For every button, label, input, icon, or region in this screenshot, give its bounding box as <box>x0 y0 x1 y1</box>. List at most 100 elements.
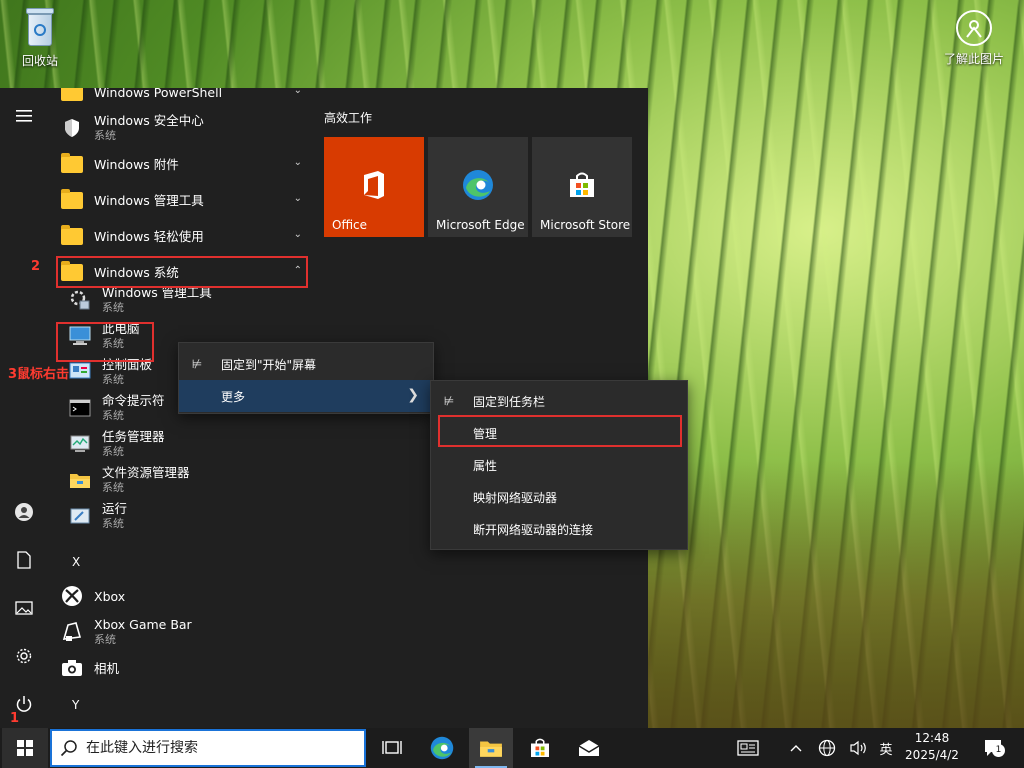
shield-icon <box>60 116 84 140</box>
hamburger-menu-icon[interactable] <box>8 100 40 132</box>
documents-icon[interactable] <box>8 544 40 576</box>
app-name: 相机 <box>94 660 120 676</box>
notification-center-button[interactable]: 1 <box>978 728 1010 768</box>
folder-icon <box>61 88 83 101</box>
file-explorer-icon <box>480 741 502 757</box>
menu-item-pin-to-start[interactable]: ⊭ 固定到"开始"屏幕 <box>179 348 433 380</box>
app-name: Windows 轻松使用 <box>94 228 204 244</box>
menu-item-pin-to-taskbar[interactable]: ⊭ 固定到任务栏 <box>431 385 687 417</box>
task-view-icon <box>382 741 402 754</box>
tile-office[interactable]: Office <box>324 137 424 237</box>
file-explorer-icon <box>68 468 92 492</box>
clock[interactable]: 12:48 2025/4/2 <box>900 730 964 764</box>
taskbar-edge-button[interactable] <box>420 728 464 768</box>
app-name: 任务管理器 <box>102 429 165 444</box>
app-file-explorer[interactable]: 文件资源管理器 系统 <box>68 462 308 498</box>
chevron-down-icon: ⌄ <box>293 88 302 96</box>
taskbar-search-box[interactable] <box>50 729 366 767</box>
menu-item-disconnect-network-drive[interactable]: 断开网络驱动器的连接 <box>431 513 687 545</box>
show-hidden-icons-button[interactable] <box>786 728 806 768</box>
start-rail <box>0 88 48 728</box>
menu-item-label: 断开网络驱动器的连接 <box>473 522 594 537</box>
annotation-step-2: 2 <box>31 259 41 274</box>
app-folder-ease-of-access[interactable]: Windows 轻松使用 ⌄ <box>60 218 308 254</box>
learn-about-picture-label: 了解此图片 <box>943 52 1004 66</box>
annotation-box-manage <box>438 415 682 447</box>
chevron-up-icon <box>790 745 802 752</box>
control-panel-icon <box>68 360 92 384</box>
clock-date: 2025/4/2 <box>905 748 959 762</box>
app-windows-security[interactable]: Windows 安全中心 系统 <box>60 110 308 146</box>
app-camera[interactable]: 相机 <box>60 650 308 686</box>
menu-item-label: 更多 <box>221 389 246 404</box>
user-account-icon[interactable] <box>8 496 40 528</box>
folder-icon <box>61 188 83 209</box>
news-widget-button[interactable] <box>732 728 764 768</box>
app-subtitle: 系统 <box>102 301 124 314</box>
app-task-manager[interactable]: 任务管理器 系统 <box>68 426 308 462</box>
menu-item-map-network-drive[interactable]: 映射网络驱动器 <box>431 481 687 513</box>
app-name: Xbox <box>94 588 126 604</box>
task-manager-icon <box>68 432 92 456</box>
tile-label: Microsoft Store <box>540 218 631 232</box>
notification-badge: 1 <box>992 744 1005 757</box>
app-run[interactable]: 运行 系统 <box>68 498 308 534</box>
app-folder-admin-tools[interactable]: Windows 管理工具 ⌄ <box>60 182 308 218</box>
app-subtitle: 系统 <box>102 481 124 494</box>
tile-microsoft-store[interactable]: Microsoft Store <box>532 137 632 237</box>
task-view-button[interactable] <box>370 728 414 768</box>
menu-item-more[interactable]: 更多 ❯ <box>179 380 433 412</box>
menu-item-label: 固定到"开始"屏幕 <box>221 357 317 372</box>
tiles-group-title: 高效工作 <box>324 111 373 125</box>
app-folder-accessories[interactable]: Windows 附件 ⌄ <box>60 146 308 182</box>
annotation-box-this-pc <box>56 322 154 362</box>
app-name: 文件资源管理器 <box>102 465 190 480</box>
app-name: Windows 安全中心 <box>94 113 204 128</box>
app-subtitle: 系统 <box>94 633 116 646</box>
app-name: Xbox Game Bar <box>94 617 192 632</box>
search-icon <box>52 739 86 757</box>
app-xbox-game-bar[interactable]: Xbox Game Bar 系统 <box>60 614 308 650</box>
recycle-bin-label: 回收站 <box>21 54 58 68</box>
annotation-box-windows-system <box>56 256 308 288</box>
app-subtitle: 系统 <box>94 129 116 142</box>
globe-icon <box>818 739 836 757</box>
app-folder-powershell[interactable]: Windows PowerShell ⌄ <box>60 88 308 110</box>
annotation-step-1: 1 <box>10 711 20 726</box>
taskbar-file-explorer-button[interactable] <box>469 728 513 768</box>
mail-icon <box>578 740 600 756</box>
clock-time: 12:48 <box>914 731 950 745</box>
volume-button[interactable] <box>848 728 870 768</box>
taskbar-mail-button[interactable] <box>567 728 611 768</box>
camera-icon <box>60 656 84 680</box>
settings-gear-icon[interactable] <box>8 640 40 672</box>
pictures-icon[interactable] <box>8 592 40 624</box>
menu-item-label: 固定到任务栏 <box>473 394 546 409</box>
learn-about-picture-desktop-icon[interactable]: 了解此图片 <box>936 10 1012 67</box>
app-name: Windows 附件 <box>94 156 179 172</box>
context-menu-more-submenu: ⊭ 固定到任务栏 管理 属性 映射网络驱动器 断开网络驱动器的连接 <box>430 380 688 550</box>
menu-item-label: 属性 <box>473 458 498 473</box>
xbox-icon <box>60 584 84 608</box>
folder-icon <box>61 152 83 173</box>
start-button[interactable] <box>2 728 48 768</box>
edge-icon <box>462 169 494 201</box>
recycle-bin-desktop-icon[interactable]: 回收站 <box>2 8 78 69</box>
run-icon <box>68 504 92 528</box>
taskbar-store-button[interactable] <box>518 728 562 768</box>
context-menu-primary: ⊭ 固定到"开始"屏幕 更多 ❯ <box>178 342 434 414</box>
annotation-step-3: 3鼠标右击 <box>8 367 70 382</box>
network-button[interactable] <box>816 728 838 768</box>
search-input[interactable] <box>86 740 346 756</box>
app-xbox[interactable]: Xbox <box>60 578 308 614</box>
menu-item-label: 映射网络驱动器 <box>473 490 558 505</box>
menu-item-properties[interactable]: 属性 <box>431 449 687 481</box>
tile-microsoft-edge[interactable]: Microsoft Edge <box>428 137 528 237</box>
chevron-right-icon: ❯ <box>407 387 419 403</box>
app-subtitle: 系统 <box>102 445 124 458</box>
pin-icon: ⊭ <box>191 357 203 371</box>
letter-header-y[interactable]: Y <box>72 698 79 712</box>
letter-header-x[interactable]: X <box>72 555 80 569</box>
input-method-indicator[interactable]: 英 <box>874 728 898 768</box>
tile-label: Office <box>332 218 368 232</box>
